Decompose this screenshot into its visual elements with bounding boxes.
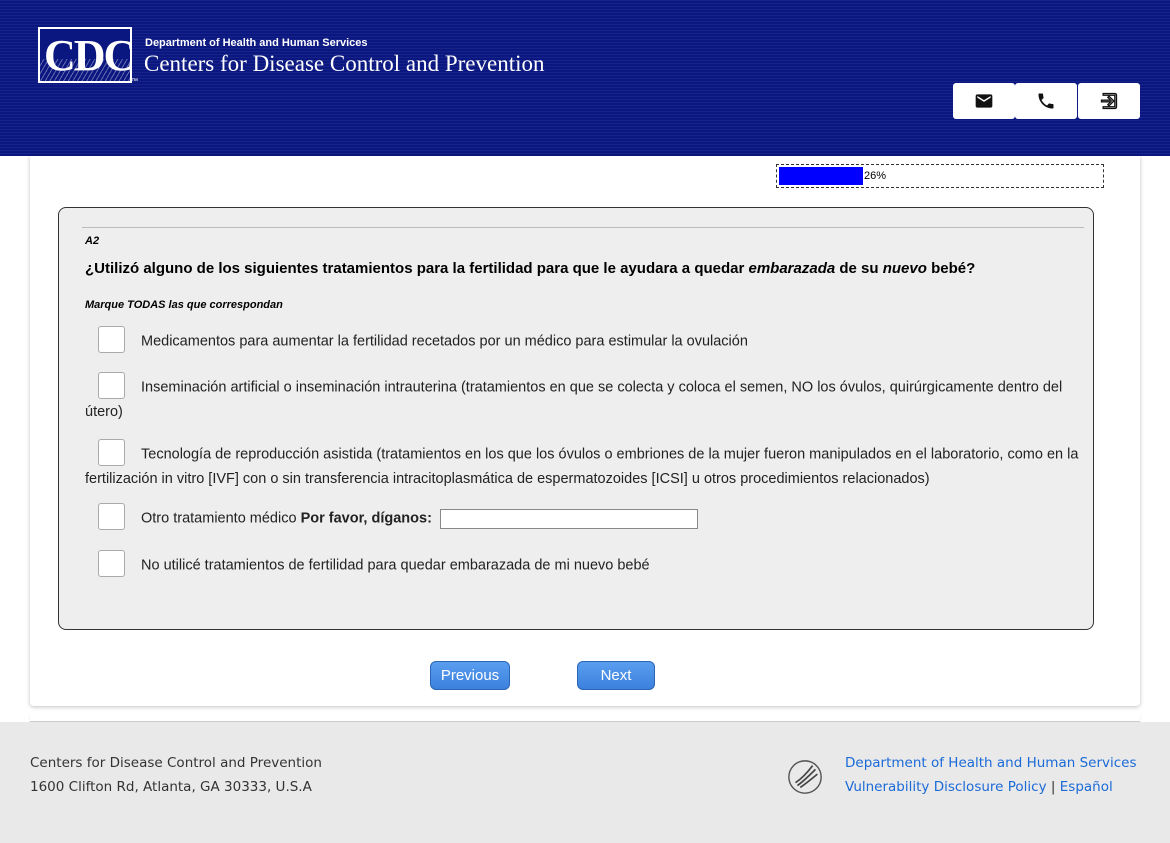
phone-icon [1038, 93, 1054, 109]
option-label: Medicamentos para aumentar la fertilidad… [141, 333, 748, 350]
header-org-title: Centers for Disease Control and Preventi… [144, 51, 545, 76]
next-button[interactable]: Next [577, 661, 655, 690]
footer-links: Vulnerability Disclosure Policy | Españo… [845, 779, 1113, 795]
option-fertility-medication: Medicamentos para aumentar la fertilidad… [85, 326, 1085, 355]
progress-label: 26% [864, 170, 887, 182]
option-label: Otro tratamiento médico [141, 510, 301, 527]
footer-org: Centers for Disease Control and Preventi… [30, 755, 322, 771]
option-label: Tecnología de reproducción asistida (tra… [85, 446, 1079, 487]
question-text: ¿Utilizó alguno de los siguientes tratam… [85, 260, 975, 277]
progress-fill [779, 167, 863, 185]
question-text-part: ¿Utilizó alguno de los siguientes tratam… [85, 260, 749, 277]
site-header [0, 0, 1170, 156]
checkbox[interactable] [98, 372, 125, 399]
sign-out-button[interactable] [1078, 83, 1140, 119]
question-text-emphasis: embarazada [748, 260, 836, 277]
vulnerability-policy-link[interactable]: Vulnerability Disclosure Policy [845, 779, 1047, 795]
option-label-bold: Por favor, díganos: [300, 510, 432, 527]
mail-icon [975, 94, 993, 108]
option-artificial-insemination: Inseminación artificial o inseminación i… [85, 372, 1085, 423]
other-treatment-input[interactable] [439, 508, 698, 529]
question-divider [82, 227, 1084, 228]
checkbox[interactable] [98, 326, 125, 353]
hhs-link[interactable]: Department of Health and Human Services [845, 755, 1137, 771]
question-instruction: Marque TODAS las que correspondan [85, 299, 283, 311]
question-text-part: bebé? [926, 260, 976, 277]
email-button[interactable] [953, 83, 1015, 119]
cdc-logo[interactable]: CDC [38, 27, 132, 83]
previous-button[interactable]: Previous [430, 661, 510, 690]
card-bottom-edge [30, 712, 1140, 722]
logo-trademark: ™ [131, 78, 138, 85]
phone-button[interactable] [1015, 83, 1077, 119]
option-no-treatment: No utilicé tratamientos de fertilidad pa… [85, 550, 1085, 579]
footer-separator: | [1050, 779, 1056, 795]
espanol-link[interactable]: Español [1060, 779, 1113, 795]
footer-address: 1600 Clifton Rd, Atlanta, GA 30333, U.S.… [30, 779, 312, 795]
option-label: No utilicé tratamientos de fertilidad pa… [141, 557, 650, 574]
question-text-emphasis: nuevo [882, 260, 927, 277]
header-dept: Department of Health and Human Services [145, 37, 368, 49]
question-number: A2 [85, 235, 100, 247]
cdc-logo-lines [40, 59, 130, 81]
checkbox[interactable] [98, 439, 125, 466]
checkbox[interactable] [98, 550, 125, 577]
checkbox[interactable] [98, 503, 125, 530]
sign-out-icon [1100, 92, 1118, 110]
option-label: Inseminación artificial o inseminación i… [85, 379, 1063, 420]
hhs-eagle-icon [788, 760, 822, 794]
progress-bar: 26% [776, 164, 1104, 188]
question-text-part: de su [835, 260, 883, 277]
option-other-treatment: Otro tratamiento médico Por favor, dígan… [85, 503, 1085, 532]
option-assisted-reproduction: Tecnología de reproducción asistida (tra… [85, 439, 1085, 490]
